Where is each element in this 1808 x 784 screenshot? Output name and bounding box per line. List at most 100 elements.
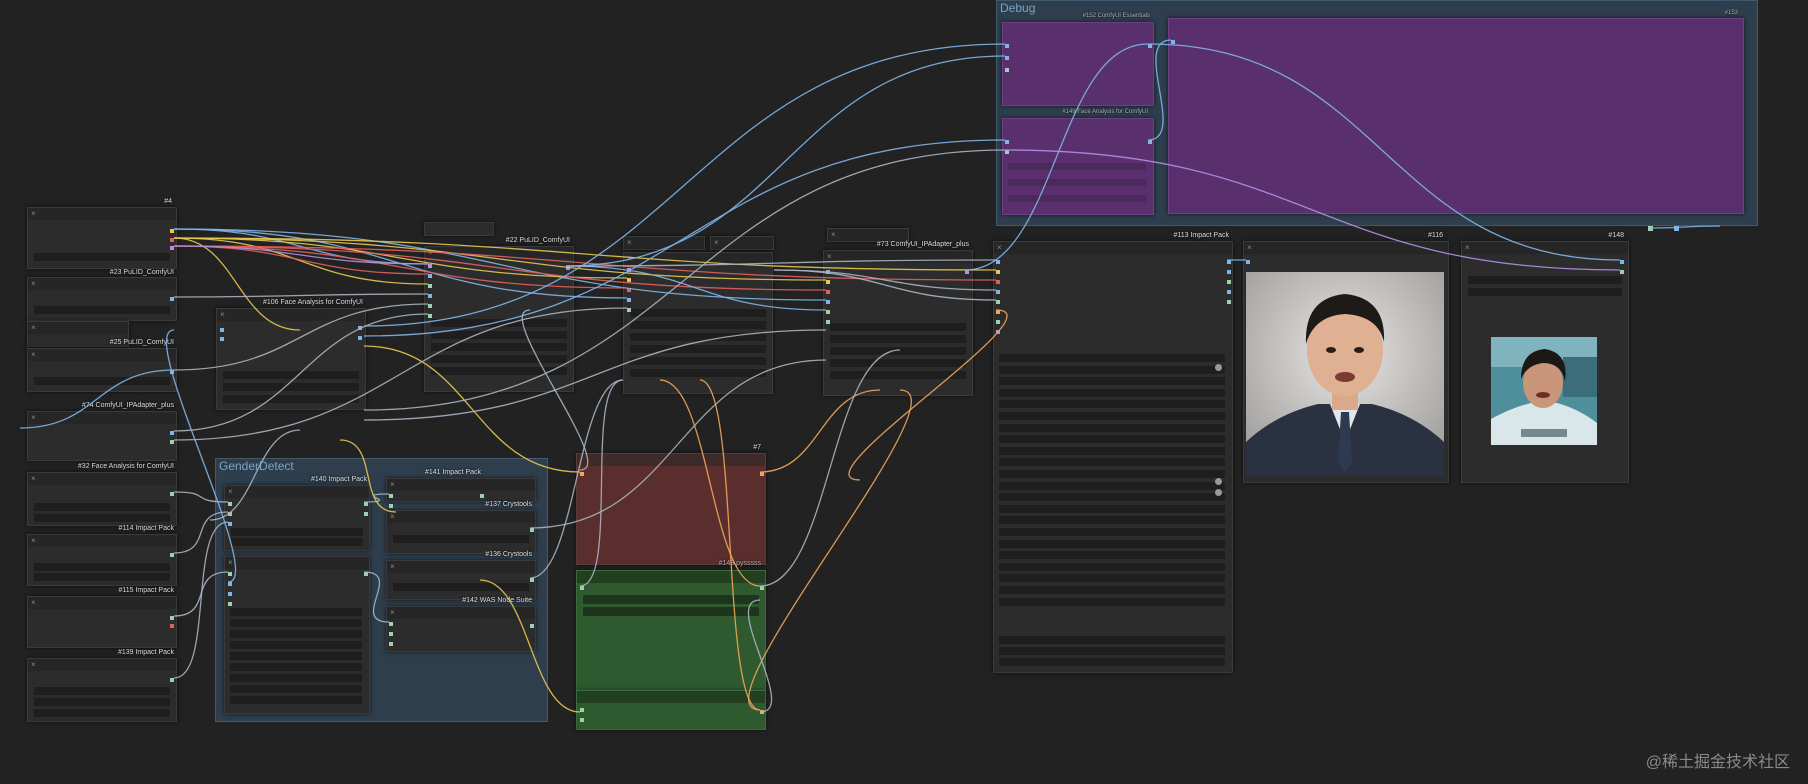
close-icon[interactable]: × bbox=[228, 557, 233, 569]
node-32-widget[interactable] bbox=[34, 503, 170, 511]
node-153[interactable] bbox=[1168, 18, 1744, 214]
node-113-widget[interactable] bbox=[999, 435, 1225, 444]
connection-slot[interactable] bbox=[1227, 280, 1231, 284]
node-140-widget[interactable] bbox=[231, 538, 363, 546]
node-140-widget[interactable] bbox=[230, 652, 362, 660]
close-icon[interactable]: × bbox=[827, 251, 832, 263]
node-apply-widget[interactable] bbox=[630, 357, 766, 365]
node-140-widget[interactable] bbox=[230, 630, 362, 638]
node-22-widget[interactable] bbox=[431, 319, 567, 327]
node-136[interactable]: × bbox=[386, 560, 536, 600]
connection-slot[interactable] bbox=[228, 512, 232, 516]
node-139-widget[interactable] bbox=[34, 709, 170, 717]
node-113-widget[interactable] bbox=[999, 574, 1225, 583]
node-137[interactable]: × bbox=[386, 510, 536, 554]
node-113-widget[interactable] bbox=[999, 400, 1225, 409]
connection-slot[interactable] bbox=[1171, 40, 1175, 44]
connection-slot[interactable] bbox=[1005, 150, 1009, 154]
close-icon[interactable]: × bbox=[31, 412, 36, 424]
connection-slot[interactable] bbox=[627, 308, 631, 312]
connection-slot[interactable] bbox=[389, 622, 393, 626]
connection-slot[interactable] bbox=[170, 238, 174, 242]
node-143-b[interactable] bbox=[576, 690, 766, 730]
connection-slot[interactable] bbox=[170, 624, 174, 628]
connection-slot[interactable] bbox=[170, 370, 174, 374]
connection-slot[interactable] bbox=[358, 336, 362, 340]
node-22-widget[interactable] bbox=[431, 343, 567, 351]
connection-slot[interactable] bbox=[428, 304, 432, 308]
node-140-widget[interactable] bbox=[230, 619, 362, 627]
node-apply-widget[interactable] bbox=[630, 345, 766, 353]
node-148-widget[interactable] bbox=[1468, 288, 1622, 296]
connection-slot[interactable] bbox=[364, 502, 368, 506]
connection-slot[interactable] bbox=[1005, 44, 1009, 48]
node-apply-widget[interactable] bbox=[630, 369, 766, 377]
connection-slot[interactable] bbox=[826, 310, 830, 314]
close-icon[interactable]: × bbox=[31, 597, 36, 609]
connection-slot[interactable] bbox=[389, 504, 393, 508]
node-113-widget[interactable] bbox=[999, 597, 1225, 606]
connection-slot[interactable] bbox=[220, 328, 224, 332]
connection-slot[interactable] bbox=[1620, 270, 1624, 274]
connection-slot[interactable] bbox=[996, 280, 1000, 284]
node-140-widget[interactable] bbox=[230, 608, 362, 616]
node-143[interactable] bbox=[576, 570, 766, 690]
node-113-widget[interactable] bbox=[999, 539, 1225, 548]
node-140-a[interactable]: × bbox=[224, 485, 370, 551]
node-25[interactable]: × bbox=[27, 348, 177, 392]
gender-detect-group-title[interactable]: GenderDetect bbox=[219, 459, 294, 473]
connection-slot[interactable] bbox=[996, 290, 1000, 294]
connection-slot[interactable] bbox=[996, 310, 1000, 314]
node-22-widget[interactable] bbox=[431, 367, 567, 375]
connection-slot[interactable] bbox=[1005, 56, 1009, 60]
close-icon[interactable]: × bbox=[31, 535, 36, 547]
close-icon[interactable]: × bbox=[390, 511, 395, 523]
node-140-widget[interactable] bbox=[230, 641, 362, 649]
node-113-widget[interactable] bbox=[999, 562, 1225, 571]
node-106-widget[interactable] bbox=[223, 371, 359, 379]
node-149-widget[interactable] bbox=[1008, 163, 1146, 170]
connection-slot[interactable] bbox=[389, 642, 393, 646]
reroute-point[interactable] bbox=[1674, 226, 1679, 231]
node-113-widget[interactable] bbox=[999, 388, 1225, 397]
node-7[interactable] bbox=[576, 453, 766, 565]
node-113-widget[interactable] bbox=[999, 516, 1225, 525]
node-143-widget[interactable] bbox=[583, 607, 759, 616]
node-113[interactable]: × bbox=[993, 241, 1233, 673]
toggle-dot-icon[interactable] bbox=[1215, 489, 1222, 496]
connection-slot[interactable] bbox=[1005, 140, 1009, 144]
node-140-widget[interactable] bbox=[230, 674, 362, 682]
connection-slot[interactable] bbox=[627, 268, 631, 272]
node-113-widget[interactable] bbox=[999, 586, 1225, 594]
connection-slot[interactable] bbox=[170, 431, 174, 435]
node-115[interactable]: × bbox=[27, 596, 177, 648]
node-22[interactable]: × bbox=[424, 246, 574, 392]
node-113-widget[interactable] bbox=[999, 423, 1225, 432]
connection-slot[interactable] bbox=[826, 270, 830, 274]
connection-slot[interactable] bbox=[170, 678, 174, 682]
node-22-mini[interactable] bbox=[424, 222, 494, 236]
connection-slot[interactable] bbox=[389, 632, 393, 636]
connection-slot[interactable] bbox=[170, 229, 174, 233]
connection-slot[interactable] bbox=[566, 266, 570, 270]
node-apply[interactable]: × bbox=[623, 252, 773, 394]
node-140-widget[interactable] bbox=[230, 685, 362, 693]
node-141[interactable]: × bbox=[386, 478, 536, 502]
debug-group-title[interactable]: Debug bbox=[1000, 1, 1035, 15]
connection-slot[interactable] bbox=[228, 592, 232, 596]
connection-slot[interactable] bbox=[996, 260, 1000, 264]
connection-slot[interactable] bbox=[996, 330, 1000, 334]
node-106-widget[interactable] bbox=[223, 383, 359, 391]
connection-slot[interactable] bbox=[530, 528, 534, 532]
node-73-widget[interactable] bbox=[830, 347, 966, 355]
node-22-widget[interactable] bbox=[431, 331, 567, 339]
connection-slot[interactable] bbox=[228, 572, 232, 576]
close-icon[interactable]: × bbox=[627, 253, 632, 265]
node-139-widget[interactable] bbox=[34, 687, 170, 695]
node-mini-a[interactable]: × bbox=[623, 236, 705, 250]
node-32[interactable]: × bbox=[27, 472, 177, 526]
connection-slot[interactable] bbox=[428, 264, 432, 268]
node-113-widget[interactable] bbox=[999, 365, 1225, 374]
connection-slot[interactable] bbox=[826, 300, 830, 304]
connection-slot[interactable] bbox=[1227, 260, 1231, 264]
